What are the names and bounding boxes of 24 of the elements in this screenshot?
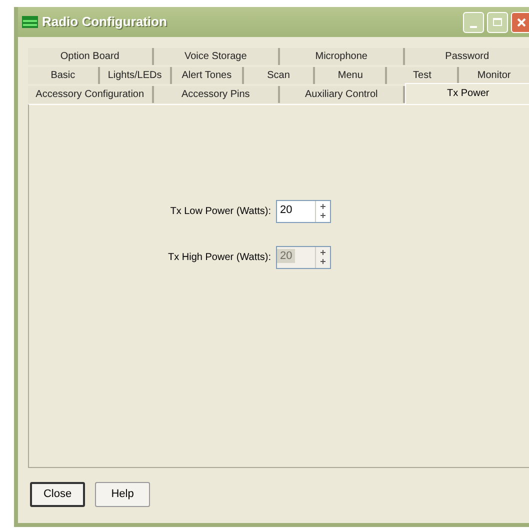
tab[interactable]: Tx Power bbox=[405, 82, 529, 104]
close-icon bbox=[517, 18, 526, 26]
tab[interactable]: Accessory Pins bbox=[154, 86, 280, 103]
field-label: Tx Low Power (Watts): bbox=[169, 205, 271, 219]
app-icon bbox=[22, 16, 38, 28]
tab[interactable]: Alert Tones bbox=[172, 67, 244, 84]
field-label: Tx High Power (Watts): bbox=[167, 251, 271, 265]
tab[interactable]: Password bbox=[405, 48, 529, 65]
dialog-button[interactable]: Close bbox=[30, 482, 85, 507]
tab[interactable]: Lights/LEDs bbox=[100, 67, 172, 84]
window-title: Radio Configuration bbox=[42, 13, 167, 32]
close-button[interactable] bbox=[511, 12, 529, 32]
dialog-button[interactable]: Help bbox=[95, 482, 150, 507]
tab[interactable]: Accessory Configuration bbox=[28, 86, 154, 103]
tab[interactable]: Voice Storage bbox=[154, 48, 280, 65]
tab[interactable]: Microphone bbox=[280, 48, 406, 65]
tab[interactable]: Auxiliary Control bbox=[280, 86, 406, 103]
tab[interactable]: Scan bbox=[244, 67, 316, 84]
tab[interactable]: Menu bbox=[315, 67, 388, 84]
tab[interactable]: Basic bbox=[28, 67, 100, 84]
tab[interactable]: Monitor bbox=[459, 67, 529, 84]
tab[interactable]: Test bbox=[387, 67, 460, 84]
spin-field[interactable]: 20 bbox=[276, 200, 331, 223]
tab[interactable]: Option Board bbox=[28, 48, 154, 65]
